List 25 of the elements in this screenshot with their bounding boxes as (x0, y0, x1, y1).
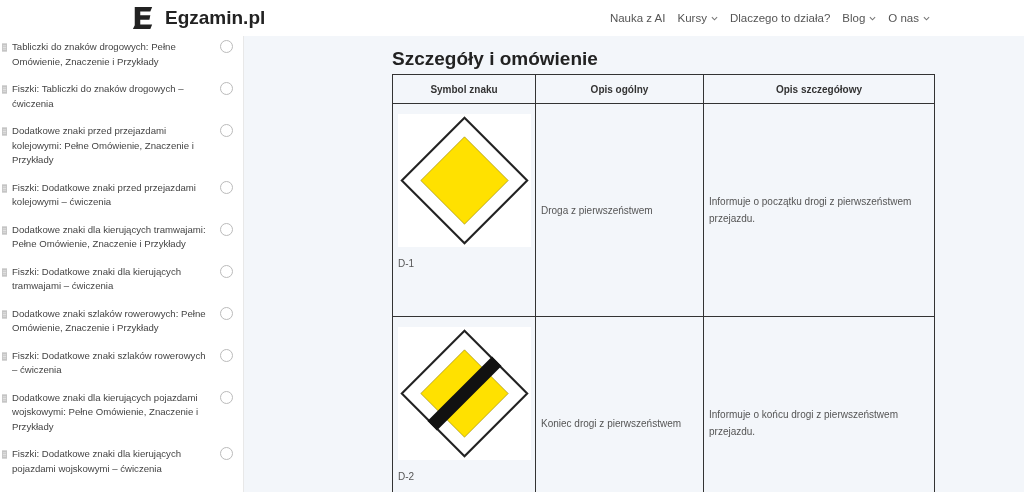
lesson-link[interactable]: Dodatkowe znaki dla kierujących pojazdami wojskowymi: Pełne Omówienie, Znaczenie i Przykłady (12, 390, 212, 434)
logo-icon[interactable] (132, 6, 154, 30)
nav-link[interactable]: Blog (842, 12, 877, 24)
site-logo-text[interactable]: Egzamin.pl (165, 7, 266, 29)
sign-code: D-2 (398, 470, 416, 484)
section-heading: Szczegóły i omówienie (392, 48, 599, 70)
lesson-link[interactable]: Dodatkowe znaki dla kierujących tramwajami: Pełne Omówienie, Znaczenie i Przykłady (12, 222, 212, 252)
lesson-link[interactable]: Fiszki: Tabliczki do znaków drogowych – ćwiczenia (12, 82, 212, 111)
column-header: Opis ogólny (535, 74, 704, 104)
sign-code: D-1 (398, 257, 416, 271)
lesson-link[interactable]: Fiszki: Dodatkowe znaki dla kierujących pojazdami wojskowymi – ćwiczenia (12, 447, 212, 476)
lesson-link[interactable]: Tabliczki do znaków drogowych: Pełne Omówienie, Znaczenie i Przykłady (12, 40, 212, 69)
nav-link[interactable]: O nas (888, 12, 930, 24)
column-header: Opis szczegółowy (703, 74, 935, 104)
lesson-link[interactable]: Dodatkowe znaki przed przejazdami kolejowymi: Pełne Omówienie, Znaczenie i Przykłady (12, 124, 212, 168)
table-cell: Droga z pierwszeństwem (535, 103, 704, 317)
nav-link[interactable]: Dlaczego to działa? (729, 12, 831, 24)
column-header: Symbol znaku (392, 74, 536, 104)
nav-link[interactable]: Kursy (677, 12, 718, 24)
table-cell: Informuje o początku drogi z pierwszeństwem przejazdu. (703, 103, 935, 317)
lesson-link[interactable]: Dodatkowe znaki szlaków rowerowych: Pełne Omówienie, Znaczenie i Przykłady (12, 306, 212, 336)
lesson-link[interactable]: Fiszki: Dodatkowe znaki dla kierujących tramwajami – ćwiczenia (12, 264, 212, 294)
nav-link[interactable]: Nauka z AI (609, 12, 666, 24)
lesson-link[interactable]: Fiszki: Dodatkowe znaki przed przejazdami kolejowymi – ćwiczenia (12, 180, 212, 210)
lesson-link[interactable]: Fiszki: Dodatkowe znaki szlaków rowerowych – ćwiczenia (12, 348, 212, 378)
